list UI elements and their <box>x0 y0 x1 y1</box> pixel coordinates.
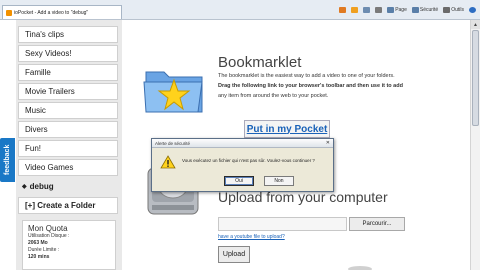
scroll-up-icon[interactable]: ▲ <box>471 20 480 29</box>
quota-value: 2063 Mo <box>28 240 48 246</box>
active-bullet-icon: ◆ <box>22 184 27 190</box>
security-alert-dialog: Alerte de sécurité ✕ Vous exécutez un fi… <box>151 138 334 192</box>
page-menu[interactable]: Page <box>387 7 407 13</box>
put-in-pocket-bookmarklet[interactable]: Put in my Pocket <box>244 120 330 138</box>
page-icon <box>387 7 395 13</box>
no-button[interactable]: Non <box>264 176 294 186</box>
sidebar-item-label: Tina's clips <box>25 30 65 39</box>
browser-toolbar: ioPocket - Add a video to "debug" Page S… <box>0 0 480 20</box>
sidebar-item-label: Divers <box>25 125 48 134</box>
security-icon <box>411 7 419 13</box>
quota-value: 120 mins <box>28 254 50 260</box>
sidebar-item-divers[interactable]: Divers <box>18 121 118 138</box>
home-button[interactable] <box>339 7 347 13</box>
quota-title: Mon Quota <box>28 224 68 233</box>
sidebar-item-music[interactable]: Music <box>18 102 118 119</box>
browse-button[interactable]: Parcourir... <box>349 217 405 231</box>
sidebar-item-debug[interactable]: ◆ debug <box>18 178 118 195</box>
site-favicon-icon <box>6 9 12 16</box>
sidebar-item-tinas-clips[interactable]: Tina's clips <box>18 26 118 43</box>
mail-icon <box>363 7 371 13</box>
command-bar: Page Sécurité Outils <box>339 7 476 13</box>
sidebar-item-movie-trailers[interactable]: Movie Trailers <box>18 83 118 100</box>
bookmarklet-title: Bookmarklet <box>218 54 302 71</box>
close-icon[interactable]: ✕ <box>326 140 330 146</box>
tools-menu-label: Outils <box>451 7 464 13</box>
quota-label: Utilisation Disque : <box>28 233 70 239</box>
tab-title: ioPocket - Add a video to "debug" <box>14 9 89 16</box>
sidebar-item-label: Movie Trailers <box>25 87 75 96</box>
bookmarklet-instruction: Drag the following link to your browser'… <box>218 83 403 89</box>
tools-menu[interactable]: Outils <box>443 7 464 13</box>
partial-icon <box>348 266 372 270</box>
sidebar-item-label: Music <box>25 106 46 115</box>
create-folder-label: [+] Create a Folder <box>25 201 96 210</box>
file-path-input[interactable] <box>218 217 347 231</box>
sidebar-item-famille[interactable]: Famille <box>18 64 118 81</box>
sidebar-item-label: Sexy Videos! <box>25 49 72 58</box>
mail-button[interactable] <box>363 7 371 13</box>
dialog-titlebar: Alerte de sécurité ✕ <box>152 139 333 148</box>
sidebar-item-video-games[interactable]: Video Games <box>18 159 118 176</box>
bookmarklet-instruction-cont: any item from around the web to your poc… <box>218 93 329 99</box>
sidebar-item-fun[interactable]: Fun! <box>18 140 118 157</box>
security-menu[interactable]: Sécurité <box>411 7 439 13</box>
tools-icon <box>443 7 451 13</box>
bookmarklet-description: The bookmarklet is the easiest way to ad… <box>218 73 395 79</box>
help-icon <box>469 7 476 13</box>
page-menu-label: Page <box>395 7 407 13</box>
dialog-message: Vous exécutez un fichier qui n'est pas s… <box>182 158 315 163</box>
sidebar-item-label: debug <box>29 182 54 191</box>
feeds-icon <box>351 7 359 13</box>
home-icon <box>339 7 347 13</box>
security-menu-label: Sécurité <box>419 7 439 13</box>
folder-star-icon <box>143 71 203 113</box>
help-button[interactable] <box>469 7 476 13</box>
vertical-scrollbar[interactable]: ▲ <box>470 20 480 270</box>
upload-button[interactable]: Upload <box>218 246 250 263</box>
youtube-upload-link[interactable]: have a youtube file to upload? <box>218 234 285 240</box>
sidebar-item-label: Famille <box>25 68 51 77</box>
sidebar-item-label: Video Games <box>25 163 74 172</box>
feeds-button[interactable] <box>351 7 359 13</box>
print-icon <box>375 7 383 13</box>
feedback-tab[interactable]: feedback <box>0 138 15 182</box>
quota-panel: Mon Quota Utilisation Disque : 2063 Mo D… <box>22 220 116 270</box>
dialog-title: Alerte de sécurité <box>155 140 191 146</box>
create-folder-button[interactable]: [+] Create a Folder <box>18 197 118 214</box>
quota-label: Durée Limite : <box>28 247 60 253</box>
browser-tab[interactable]: ioPocket - Add a video to "debug" <box>2 5 122 19</box>
print-button[interactable] <box>375 7 383 13</box>
yes-button[interactable]: Oui <box>224 176 254 186</box>
feedback-label: feedback <box>4 144 11 176</box>
warning-icon <box>160 155 176 169</box>
sidebar-item-label: Fun! <box>25 144 42 153</box>
scroll-thumb[interactable] <box>472 30 479 126</box>
sidebar-item-sexy-videos[interactable]: Sexy Videos! <box>18 45 118 62</box>
